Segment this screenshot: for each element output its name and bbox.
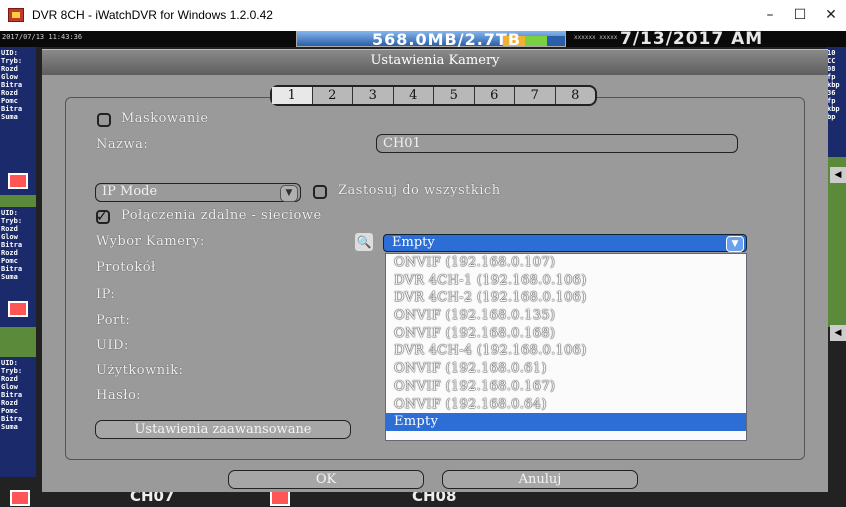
user-label: Użytkownik: [96, 363, 184, 378]
channel-info-panel-3: UID: Tryb: Rozd Glow Bitra Rozd Pomc Bit… [0, 357, 36, 477]
apply-all-checkbox[interactable] [313, 185, 327, 199]
checkmark-icon: ✓ [96, 209, 108, 225]
app-icon [8, 8, 24, 22]
right-info-text: 10 CC 08 fp kbp 36 fp kbp bp [827, 49, 840, 121]
channel-tabs: 1 2 3 4 5 6 7 8 [270, 85, 597, 106]
tab-channel-4[interactable]: 4 [392, 87, 434, 104]
masking-label: Maskowanie [121, 111, 209, 126]
list-item[interactable]: DVR 4CH-2 (192.168.0.106) [386, 289, 746, 307]
channel-info-panel: UID: Tryb: Rozd Glow Bitra Rozd Pomc Bit… [0, 47, 36, 195]
search-icon[interactable]: 🔍 [355, 233, 373, 251]
right-info-panel: 10 CC 08 fp kbp 36 fp kbp bp [826, 47, 846, 157]
list-item[interactable]: DVR 4CH-4 (192.168.0.106) [386, 342, 746, 360]
tab-channel-3[interactable]: 3 [352, 87, 393, 104]
tab-channel-6[interactable]: 6 [473, 87, 515, 104]
cancel-button[interactable]: Anuluj [442, 470, 638, 489]
scroll-left-icon[interactable]: ◀ [830, 325, 846, 341]
remote-label: Połączenia zdalne - sieciowe [121, 208, 322, 223]
chevron-down-icon: ▼ [280, 185, 298, 202]
ip-label: IP: [96, 287, 116, 302]
list-item[interactable]: ONVIF (192.168.0.167) [386, 378, 746, 396]
mode-select-value: IP Mode [102, 184, 158, 199]
camera-icon[interactable] [270, 490, 290, 506]
camera-select-label: Wybor Kamery: [96, 234, 205, 249]
camera-icon[interactable] [8, 173, 28, 189]
window-titlebar: DVR 8CH - iWatchDVR for Windows 1.2.0.42… [0, 0, 846, 31]
chevron-down-icon: ▼ [726, 236, 744, 252]
list-item[interactable]: DVR 4CH-1 (192.168.0.106) [386, 272, 746, 290]
channel-info-text: UID: Tryb: Rozd Glow Bitra Rozd Pomc Bit… [1, 209, 23, 281]
tab-channel-7[interactable]: 7 [514, 87, 555, 104]
protocol-label: Protokół [96, 260, 156, 275]
channel-info-text: UID: Tryb: Rozd Glow Bitra Rozd Pomc Bit… [1, 359, 23, 431]
window-title: DVR 8CH - iWatchDVR for Windows 1.2.0.42 [32, 8, 273, 22]
name-label: Nazwa: [96, 137, 149, 152]
mode-select[interactable]: IP Mode ▼ [95, 183, 301, 202]
list-item[interactable]: ONVIF (192.168.0.64) [386, 396, 746, 414]
camera-select[interactable]: Empty ▼ [383, 234, 747, 252]
name-field[interactable]: CH01 [376, 134, 738, 153]
apply-all-label: Zastosuj do wszystkich [338, 183, 501, 198]
list-item[interactable]: ONVIF (192.168.0.61) [386, 360, 746, 378]
ok-button[interactable]: OK [228, 470, 424, 489]
advanced-settings-button[interactable]: Ustawienia zaawansowane [95, 420, 351, 439]
status-small-text: xxxxxx xxxxx [574, 34, 618, 41]
dialog-title: Ustawienia Kamery [370, 53, 500, 68]
camera-icon[interactable] [10, 490, 30, 506]
channel-info-text: UID: Tryb: Rozd Glow Bitra Rozd Pomc Bit… [1, 49, 23, 121]
list-item-selected[interactable]: Empty [386, 413, 746, 431]
tab-channel-1[interactable]: 1 [272, 87, 312, 104]
masking-checkbox[interactable] [97, 113, 111, 127]
scroll-left-icon[interactable]: ◀ [830, 167, 846, 183]
tab-channel-5[interactable]: 5 [433, 87, 474, 104]
dialog-header: Ustawienia Kamery [42, 50, 828, 75]
hdd-usage-text: 568.0MB/2.7TB [372, 30, 522, 49]
port-label: Port: [96, 313, 131, 328]
camera-select-value: Empty [392, 235, 435, 250]
status-bar: 2017/07/13 11:43:36 568.0MB/2.7TB xxxxxx… [0, 29, 846, 69]
list-item[interactable]: ONVIF (192.168.0.168) [386, 325, 746, 343]
camera-icon[interactable] [8, 301, 28, 317]
maximize-button[interactable]: ☐ [785, 5, 815, 25]
status-date: 2017/07/13 11:43:36 [2, 33, 83, 41]
uid-label: UID: [96, 338, 129, 353]
list-item[interactable]: ONVIF (192.168.0.107) [386, 254, 746, 272]
list-item[interactable]: ONVIF (192.168.0.135) [386, 307, 746, 325]
minimize-button[interactable]: – [755, 5, 785, 25]
camera-dropdown-list: ONVIF (192.168.0.107) DVR 4CH-1 (192.168… [385, 253, 747, 441]
channel-info-panel-2: UID: Tryb: Rozd Glow Bitra Rozd Pomc Bit… [0, 207, 36, 327]
close-button[interactable]: ✕ [816, 5, 846, 25]
password-label: Hasło: [96, 388, 142, 403]
tab-channel-2[interactable]: 2 [311, 87, 353, 104]
tab-channel-8[interactable]: 8 [554, 87, 596, 104]
